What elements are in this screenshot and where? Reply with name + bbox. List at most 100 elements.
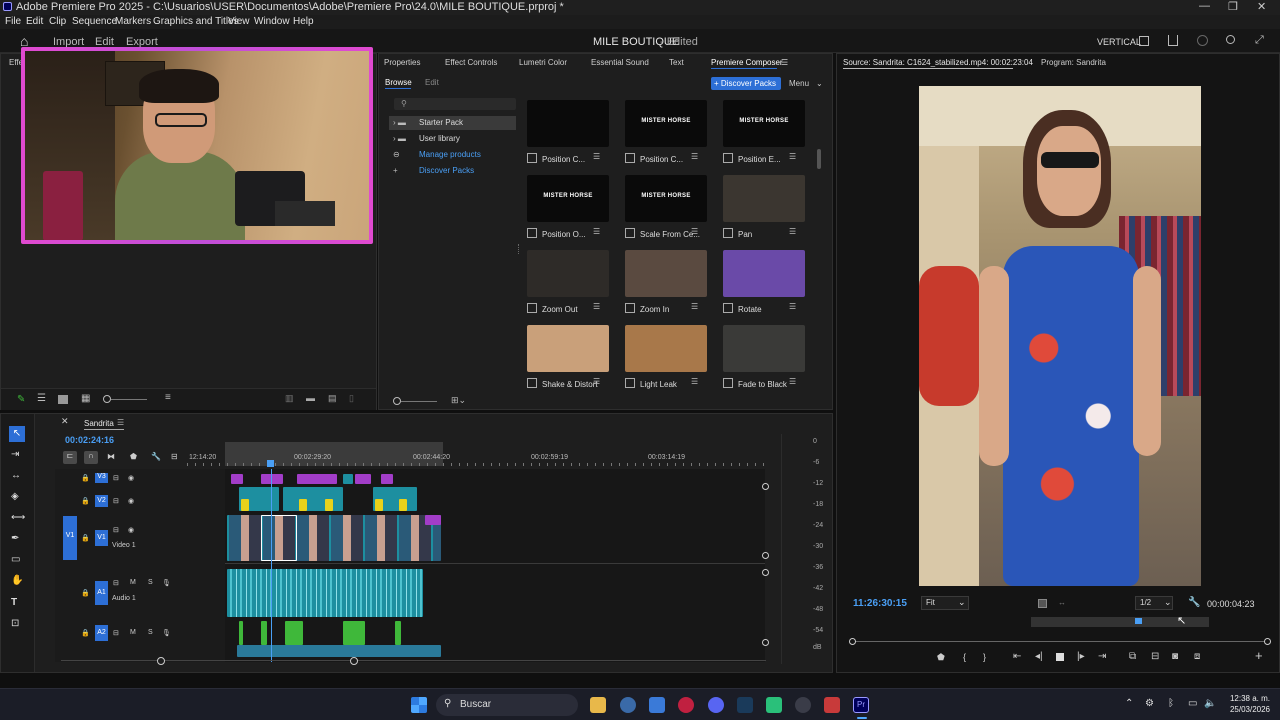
panel-divider-grip[interactable] bbox=[518, 244, 520, 254]
clip-a3[interactable] bbox=[237, 645, 441, 657]
vscroll-handle-bottom[interactable] bbox=[762, 552, 769, 559]
sync-lock-icon[interactable]: ⊟ bbox=[113, 474, 119, 482]
captions-icon[interactable]: ⊟ bbox=[171, 452, 178, 461]
windows-start-icon[interactable] bbox=[411, 697, 427, 713]
pen-icon[interactable]: ✒ bbox=[11, 533, 19, 544]
grid-scrollbar[interactable] bbox=[817, 149, 821, 169]
clip-v3[interactable] bbox=[343, 474, 353, 484]
add-button-icon[interactable]: + bbox=[1255, 648, 1263, 663]
sync-lock-icon[interactable]: ⊟ bbox=[113, 526, 119, 534]
clip-v1-effect[interactable] bbox=[425, 515, 441, 525]
sync-lock-icon[interactable]: ⊟ bbox=[113, 629, 119, 637]
preset-thumbnail[interactable] bbox=[527, 325, 609, 372]
close-sequence-icon[interactable]: ✕ bbox=[61, 416, 69, 427]
microphone-icon[interactable]: 🎙 bbox=[162, 579, 171, 587]
caption-tool-icon[interactable]: ⊡ bbox=[11, 618, 19, 629]
h-scroll-handle-right[interactable] bbox=[350, 657, 358, 665]
add-marker-icon[interactable]: ⬟ bbox=[130, 452, 137, 461]
resolution-select[interactable]: 1/2 ⌄ bbox=[1135, 596, 1173, 610]
sort-icon[interactable]: ≡ bbox=[165, 392, 171, 403]
share-icon[interactable] bbox=[1168, 35, 1178, 46]
slip-icon[interactable]: ⟷ bbox=[11, 512, 25, 523]
preset-menu-icon[interactable]: ☰ bbox=[691, 227, 698, 236]
view-options-icon[interactable]: ⊞⌄ bbox=[451, 395, 466, 406]
clip-a2[interactable] bbox=[395, 621, 401, 645]
preset-thumbnail[interactable] bbox=[625, 250, 707, 297]
ripple-edit-icon[interactable]: ↔ bbox=[11, 470, 21, 481]
clip-v3[interactable] bbox=[261, 474, 283, 484]
freeform-view-icon[interactable]: ▦ bbox=[81, 393, 90, 404]
preset-thumbnail[interactable] bbox=[723, 325, 805, 372]
mark-out-icon[interactable]: } bbox=[983, 652, 986, 662]
clip-v2-graphic[interactable] bbox=[325, 499, 333, 511]
discover-packs-button[interactable]: + Discover Packs bbox=[711, 77, 781, 90]
automate-icon[interactable]: ▥ bbox=[285, 393, 294, 404]
preset-menu-icon[interactable]: ☰ bbox=[789, 377, 796, 386]
tab-program[interactable]: Program: Sandrita bbox=[1041, 58, 1106, 67]
clip-a2[interactable] bbox=[261, 621, 267, 645]
chrome-icon[interactable] bbox=[795, 697, 811, 713]
menu-graphics[interactable]: Graphics and Titles bbox=[153, 16, 239, 27]
settings-icon[interactable] bbox=[620, 697, 636, 713]
mute-button[interactable]: M bbox=[130, 579, 136, 586]
preset-thumbnail[interactable]: MISTER HORSE bbox=[723, 100, 805, 147]
menu-edit[interactable]: Edit bbox=[26, 16, 43, 27]
list-view-icon[interactable]: ☰ bbox=[37, 393, 46, 404]
voicemod-icon[interactable] bbox=[824, 697, 840, 713]
zoom-handle-left[interactable] bbox=[849, 638, 856, 645]
preset-thumbnail[interactable] bbox=[527, 100, 609, 147]
sequence-tab[interactable]: Sandrita bbox=[84, 419, 114, 428]
menu-dropdown[interactable]: Menu bbox=[789, 79, 809, 88]
sequence-menu-icon[interactable]: ☰ bbox=[117, 418, 124, 427]
type-tool-icon[interactable]: T bbox=[11, 597, 17, 608]
chevron-down-icon[interactable]: ⌄ bbox=[816, 79, 823, 88]
selection-tool-icon[interactable]: ↖ bbox=[9, 426, 25, 442]
file-explorer-icon[interactable] bbox=[590, 697, 606, 713]
lock-icon[interactable]: 🔒 bbox=[81, 534, 90, 542]
close-button[interactable]: ✕ bbox=[1257, 0, 1266, 13]
track-select-icon[interactable]: ⇥ bbox=[11, 449, 19, 460]
preset-menu-icon[interactable]: ☰ bbox=[789, 302, 796, 311]
tab-essential-sound[interactable]: Essential Sound bbox=[591, 58, 649, 67]
preset-menu-icon[interactable]: ☰ bbox=[593, 377, 600, 386]
sync-lock-icon[interactable]: ⊟ bbox=[113, 497, 119, 505]
selected-clip[interactable] bbox=[261, 515, 297, 561]
zoom-slider-handle[interactable] bbox=[103, 395, 111, 403]
button-editor-icon[interactable]: ⧈ bbox=[1194, 651, 1200, 662]
snap-icon[interactable]: ∩ bbox=[84, 451, 98, 464]
pencil-icon[interactable]: ✎ bbox=[17, 394, 25, 405]
menu-markers[interactable]: Markers bbox=[115, 16, 151, 27]
subtab-browse[interactable]: Browse bbox=[385, 78, 412, 87]
clip-v3[interactable] bbox=[297, 474, 337, 484]
preset-menu-icon[interactable]: ☰ bbox=[789, 227, 796, 236]
nest-icon[interactable]: ⊏ bbox=[63, 451, 77, 464]
stop-icon[interactable] bbox=[1056, 653, 1064, 661]
clip-v3[interactable] bbox=[381, 474, 393, 484]
maximize-button[interactable]: ❐ bbox=[1228, 0, 1238, 13]
search-icon[interactable] bbox=[1226, 35, 1235, 44]
preset-menu-icon[interactable]: ☰ bbox=[691, 302, 698, 311]
tab-premiere-composer[interactable]: Premiere Composer bbox=[711, 58, 783, 67]
track-id[interactable]: V2 bbox=[95, 495, 108, 507]
minimize-button[interactable]: — bbox=[1199, 0, 1210, 12]
network-icon[interactable]: ▭ bbox=[1188, 698, 1197, 709]
overwrite-icon[interactable]: ⊟ bbox=[1151, 651, 1159, 662]
composer-search-input[interactable]: ⚲ bbox=[394, 98, 516, 110]
clip-v2-graphic[interactable] bbox=[375, 499, 383, 511]
preset-menu-icon[interactable]: ☰ bbox=[691, 377, 698, 386]
h-scroll-track[interactable] bbox=[61, 660, 766, 661]
chevron-up-icon[interactable]: ⌃ bbox=[1125, 698, 1133, 709]
new-item-icon[interactable]: ▤ bbox=[328, 393, 337, 404]
zoom-slider-track[interactable] bbox=[111, 399, 147, 400]
lock-icon[interactable]: 🔒 bbox=[81, 497, 90, 505]
insert-icon[interactable]: ↔ bbox=[1058, 598, 1066, 607]
lock-icon[interactable]: 🔒 bbox=[81, 629, 90, 637]
sync-lock-icon[interactable]: ⊟ bbox=[113, 579, 119, 587]
taskbar-search[interactable]: ⚲ Buscar bbox=[436, 694, 578, 716]
source-playhead[interactable] bbox=[1135, 618, 1142, 624]
timeline-timecode[interactable]: 00:02:24:16 bbox=[65, 435, 114, 445]
opera-icon[interactable] bbox=[678, 697, 694, 713]
preset-menu-icon[interactable]: ☰ bbox=[691, 152, 698, 161]
menu-view[interactable]: View bbox=[228, 16, 250, 27]
source-timecode[interactable]: 11:26:30:15 bbox=[853, 598, 907, 609]
